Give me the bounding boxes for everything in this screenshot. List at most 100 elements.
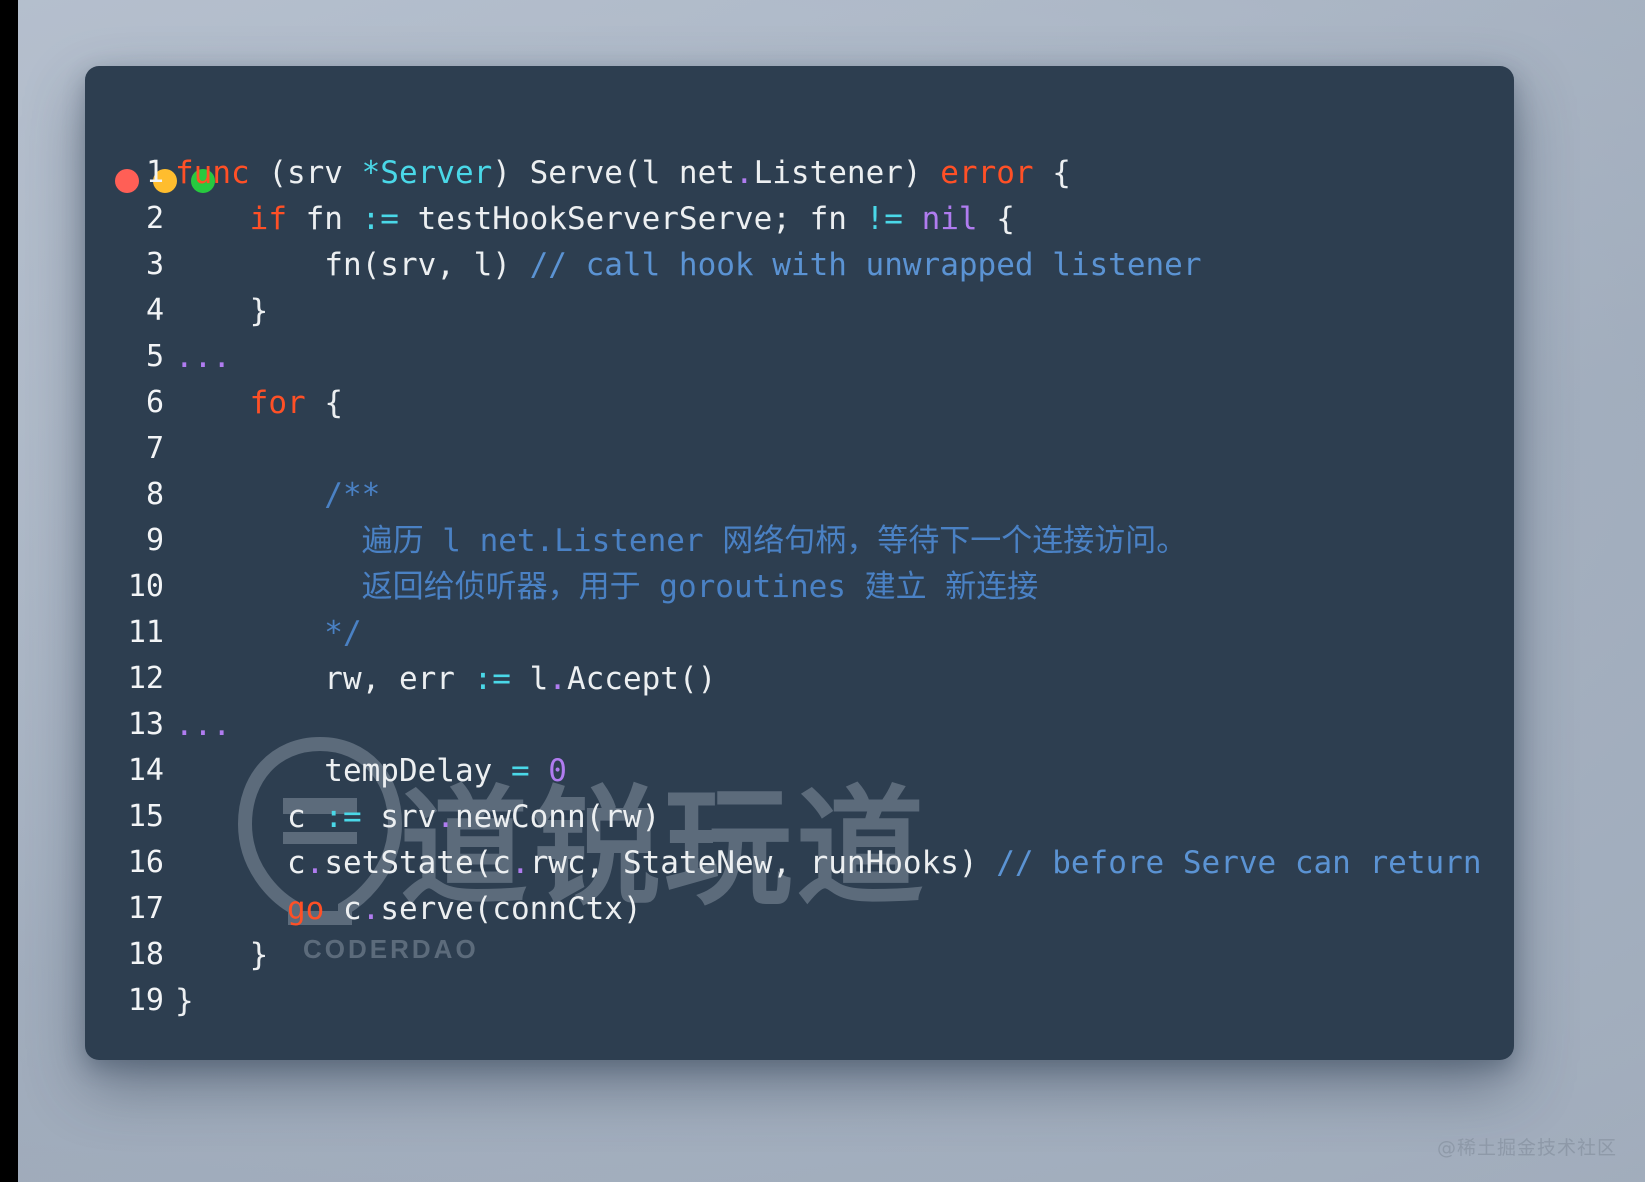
line-number: 13 [127, 707, 164, 742]
token-pln: fn(srv, l) [175, 247, 530, 283]
code-line[interactable]: 17 go c.serve(connCtx) [85, 886, 1514, 932]
token-num: nil [921, 201, 978, 237]
token-kw: for [249, 385, 306, 421]
line-number: 11 [127, 615, 164, 650]
line-source: } [164, 978, 194, 1024]
line-number: 3 [145, 247, 164, 282]
line-number: 9 [145, 523, 164, 558]
code-line[interactable]: 13... [85, 702, 1514, 748]
code-line[interactable]: 4 } [85, 288, 1514, 334]
line-source: c := srv.newConn(rw) [164, 794, 660, 840]
line-number: 14 [127, 753, 164, 788]
token-dot2: . [361, 891, 381, 927]
token-pln: tempDelay [175, 753, 511, 789]
line-number: 16 [127, 845, 164, 880]
line-source: 返回给侦听器，用于 goroutines 建立 新连接 [164, 564, 1039, 610]
token-pln [175, 201, 250, 237]
token-pln [530, 753, 549, 789]
line-number: 2 [145, 201, 164, 236]
line-number: 5 [145, 339, 164, 374]
token-pln: c [175, 799, 325, 835]
line-number: 17 [127, 891, 164, 926]
token-op: := [361, 201, 399, 237]
code-line[interactable]: 3 fn(srv, l) // call hook with unwrapped… [85, 242, 1514, 288]
token-dot2: . [734, 155, 754, 191]
window-titlebar[interactable] [85, 66, 1514, 193]
code-line[interactable]: 12 rw, err := l.Accept() [85, 656, 1514, 702]
code-line[interactable]: 1 func (srv *Server) Serve(l net.Listener… [85, 150, 1514, 196]
token-pln: serve(connCtx) [380, 891, 642, 927]
token-dot2: . [510, 845, 530, 881]
line-source: if fn := testHookServerServe; fn != nil … [164, 196, 1015, 242]
token-cmt2: /** [175, 477, 381, 513]
token-pln: c [324, 891, 362, 927]
line-source: c.setState(c.rwc, StateNew, runHooks) //… [164, 840, 1482, 886]
token-kw: error [940, 155, 1034, 191]
token-op: := [324, 799, 362, 835]
token-pln: testHookServerServe; fn [398, 201, 866, 237]
code-line[interactable]: 7 [85, 426, 1514, 472]
attribution-label: @稀土掘金技术社区 [1436, 1137, 1617, 1159]
line-source: /** [164, 472, 380, 518]
line-number: 12 [127, 661, 164, 696]
line-source: for { [164, 380, 343, 426]
code-line[interactable]: 6 for { [85, 380, 1514, 426]
token-kw: go [286, 891, 325, 927]
line-source: func (srv *Server) Serve(l net.Listener)… [164, 150, 1071, 196]
code-line[interactable]: 2 if fn := testHookServerServe; fn != ni… [85, 196, 1514, 242]
line-source: ... [164, 702, 231, 748]
token-op: := [473, 661, 511, 697]
token-pln [175, 385, 250, 421]
code-line[interactable]: 5... [85, 334, 1514, 380]
code-line[interactable]: 8 /** [85, 472, 1514, 518]
token-kw: if [249, 201, 287, 237]
token-pln: } [175, 293, 269, 329]
line-source: ... [164, 334, 231, 380]
line-number: 10 [127, 569, 164, 604]
line-number: 19 [127, 983, 164, 1018]
token-pln: { [305, 385, 343, 421]
line-source: fn(srv, l) // call hook with unwrapped l… [164, 242, 1201, 288]
token-pln: { [977, 201, 1015, 237]
token-num: 0 [548, 753, 567, 789]
line-source: 遍历 l net.Listener 网络句柄，等待下一个连接访问。 [164, 518, 1188, 564]
line-number: 6 [145, 385, 164, 420]
code-line[interactable]: 19} [85, 978, 1514, 1024]
token-cmt: // before Serve can return [996, 845, 1482, 881]
token-ell: ... [175, 707, 231, 743]
code-window: 道锐玩道 CODERDAO 1 func (srv *Server) Serve(… [85, 66, 1514, 1060]
token-pln: l [510, 661, 549, 697]
line-source: } [164, 932, 269, 978]
code-line[interactable]: 10 返回给侦听器，用于 goroutines 建立 新连接 [85, 564, 1514, 610]
token-ell: ... [175, 339, 231, 375]
token-pln: fn [286, 201, 362, 237]
token-pln [175, 891, 287, 927]
code-editor[interactable]: 1 func (srv *Server) Serve(l net.Listener… [85, 150, 1514, 1024]
line-source: */ [164, 610, 361, 656]
line-number: 7 [145, 431, 164, 466]
line-number: 4 [145, 293, 164, 328]
code-line[interactable]: 16 c.setState(c.rwc, StateNew, runHooks)… [85, 840, 1514, 886]
token-pln: rw, err [175, 661, 474, 697]
code-line[interactable]: 15 c := srv.newConn(rw) [85, 794, 1514, 840]
code-line[interactable]: 18 } [85, 932, 1514, 978]
line-source: } [164, 288, 269, 334]
token-pln: { [1033, 155, 1071, 191]
code-line[interactable]: 11 */ [85, 610, 1514, 656]
token-cmt2: 返回给侦听器，用于 goroutines 建立 新连接 [175, 569, 1039, 605]
line-source: go c.serve(connCtx) [164, 886, 642, 932]
token-typ: *Server [361, 155, 493, 191]
token-dot2: . [548, 661, 567, 697]
code-line[interactable]: 9 遍历 l net.Listener 网络句柄，等待下一个连接访问。 [85, 518, 1514, 564]
token-op: = [510, 753, 530, 789]
code-line[interactable]: 14 tempDelay = 0 [85, 748, 1514, 794]
token-dot2: . [436, 799, 455, 835]
token-pln: newConn(rw) [454, 799, 661, 835]
token-pln: (srv [249, 155, 362, 191]
line-number: 15 [127, 799, 164, 834]
token-pln: Accept() [566, 661, 717, 697]
token-dot2: . [305, 845, 325, 881]
screenshot-root: 道锐玩道 CODERDAO 1 func (srv *Server) Serve(… [0, 0, 1645, 1182]
line-source: rw, err := l.Accept() [164, 656, 716, 702]
token-pln: c [175, 845, 306, 881]
